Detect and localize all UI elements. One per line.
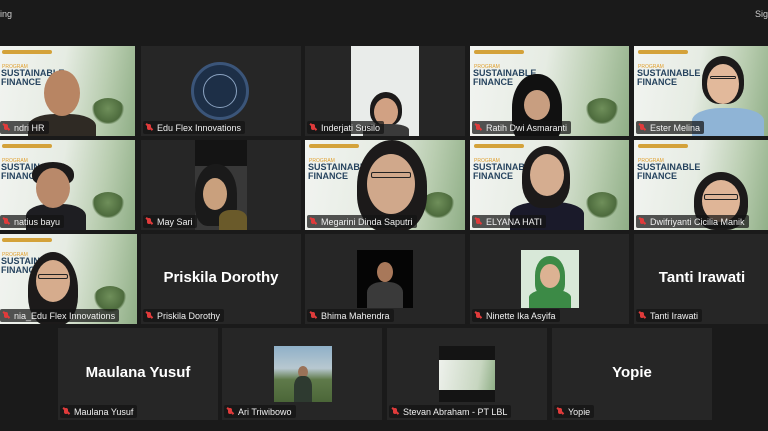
name-tag: May Sari — [143, 215, 197, 228]
name-tag: Maulana Yusuf — [60, 405, 138, 418]
name-tag: Tanti Irawati — [636, 309, 703, 322]
mic-muted-icon[interactable] — [63, 407, 70, 416]
mic-muted-icon[interactable] — [3, 217, 10, 226]
participant-tile[interactable]: PROGRAM SUSTAINABLE FINANCE natius bayu — [0, 140, 135, 230]
top-bar: ing Sig — [0, 0, 768, 28]
name-tag: Ratih Dwi Asmaranti — [472, 121, 572, 134]
meeting-info-label[interactable]: ing — [0, 9, 12, 19]
participant-tile[interactable]: PROGRAM SUSTAINABLE FINANCE Ester Melina — [634, 46, 768, 136]
participant-video — [357, 250, 413, 308]
name-tag: Edu Flex Innovations — [143, 121, 246, 134]
mic-muted-icon[interactable] — [146, 311, 153, 320]
name-tag: Yopie — [554, 405, 595, 418]
participant-tile[interactable]: Inderjati Susilo — [305, 46, 465, 136]
participant-tile-active-speaker[interactable]: PROGRAM SUSTAINABLE FINANCE nia_Edu Flex … — [0, 234, 137, 324]
mic-muted-icon[interactable] — [310, 217, 317, 226]
name-tag: Ari Triwibowo — [224, 405, 296, 418]
participant-video — [195, 140, 247, 230]
name-tag: Priskila Dorothy — [143, 309, 225, 322]
participant-tile[interactable]: Tanti Irawati Tanti Irawati — [634, 234, 768, 324]
name-tag: Bhima Mahendra — [307, 309, 394, 322]
participant-display-name: Tanti Irawati — [658, 268, 746, 286]
participant-video — [274, 346, 332, 402]
participant-tile[interactable]: Ari Triwibowo — [222, 328, 382, 420]
sign-in-label[interactable]: Sig — [755, 9, 768, 19]
mic-muted-icon[interactable] — [3, 311, 10, 320]
mic-muted-icon[interactable] — [392, 407, 399, 416]
participant-tile[interactable]: Priskila Dorothy Priskila Dorothy — [141, 234, 301, 324]
hands-plant-image — [91, 98, 125, 124]
name-tag: Dwifriyanti Cicilia Manik — [636, 215, 749, 228]
mic-muted-icon[interactable] — [146, 123, 153, 132]
mic-muted-icon[interactable] — [475, 311, 482, 320]
participant-tile[interactable]: PROGRAM SUSTAINABLE FINANCE Dwifriyanti C… — [634, 140, 768, 230]
name-tag: Megarini Dinda Saputri — [307, 215, 417, 228]
name-tag: Ester Melina — [636, 121, 705, 134]
mic-muted-icon[interactable] — [3, 123, 10, 132]
mic-muted-icon[interactable] — [557, 407, 564, 416]
participant-tile[interactable]: May Sari — [141, 140, 301, 230]
mic-muted-icon[interactable] — [639, 123, 646, 132]
mic-muted-icon[interactable] — [475, 217, 482, 226]
name-tag: Ninette Ika Asyifa — [472, 309, 560, 322]
participant-video — [521, 250, 579, 308]
name-tag: ndri HR — [0, 121, 49, 134]
mic-muted-icon[interactable] — [310, 123, 317, 132]
mic-muted-icon[interactable] — [146, 217, 153, 226]
slide-title: SUSTAINABLE FINANCE — [637, 162, 701, 181]
name-tag: ELYANA HATI — [472, 215, 547, 228]
name-tag: Stevan Abraham - PT LBL — [389, 405, 512, 418]
mic-muted-icon[interactable] — [639, 217, 646, 226]
participant-tile[interactable]: PROGRAM SUSTAINABLE FINANCE Megarini Dind… — [305, 140, 465, 230]
participant-tile[interactable]: Ninette Ika Asyifa — [470, 234, 629, 324]
participant-video — [439, 346, 495, 402]
participant-display-name: Maulana Yusuf — [85, 363, 191, 381]
mic-muted-icon[interactable] — [639, 311, 646, 320]
participant-tile[interactable]: Edu Flex Innovations — [141, 46, 301, 136]
name-tag: nia_Edu Flex Innovations — [0, 309, 120, 322]
slide-title: SUSTAINABLE FINANCE — [637, 68, 701, 87]
participant-tile[interactable]: PROGRAM SUSTAINABLE FINANCE ELYANA HATI — [470, 140, 629, 230]
participant-display-name: Yopie — [612, 363, 652, 381]
mic-muted-icon[interactable] — [227, 407, 234, 416]
participant-tile[interactable]: Bhima Mahendra — [305, 234, 465, 324]
participant-tile[interactable]: Maulana Yusuf Maulana Yusuf — [58, 328, 218, 420]
mic-muted-icon[interactable] — [475, 123, 482, 132]
name-tag: Inderjati Susilo — [307, 121, 385, 134]
participant-tile[interactable]: PROGRAM SUSTAINABLE FINANCE ndri HR — [0, 46, 135, 136]
name-tag: natius bayu — [0, 215, 65, 228]
participant-tile[interactable]: PROGRAM SUSTAINABLE FINANCE Ratih Dwi Asm… — [470, 46, 629, 136]
participant-tile[interactable]: Yopie Yopie — [552, 328, 712, 420]
participant-display-name: Priskila Dorothy — [163, 268, 279, 286]
participant-tile[interactable]: Stevan Abraham - PT LBL — [387, 328, 547, 420]
mic-muted-icon[interactable] — [310, 311, 317, 320]
